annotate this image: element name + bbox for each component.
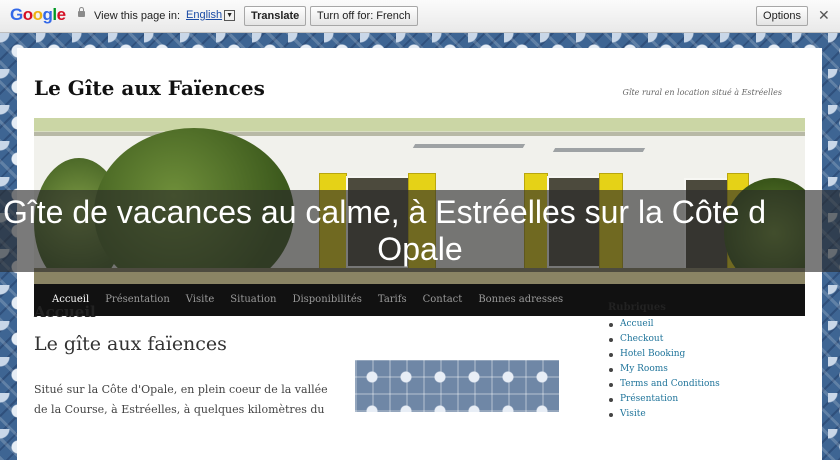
sidebar-heading: Rubriques [608,302,666,313]
language-value: English [186,9,223,21]
caption-overlay: Gîte de vacances au calme, à Estréelles … [0,190,840,272]
sidebar-item-presentation[interactable]: Présentation [608,392,720,407]
google-logo: Google [10,5,66,24]
options-button[interactable]: Options [756,6,808,26]
sidebar-item-visite[interactable]: Visite [608,407,720,422]
sidebar-item-checkout[interactable]: Checkout [608,332,720,347]
caption-line-2: Opale [377,231,463,267]
chevron-down-icon: ▼ [224,9,236,21]
nav-item-contact[interactable]: Contact [423,284,463,316]
site-tagline: Gîte rural en location situé à Estréelle… [622,88,782,97]
sidebar-item-my-rooms[interactable]: My Rooms [608,362,720,377]
nav-item-disponibilites[interactable]: Disponibilités [292,284,361,316]
nav-item-presentation[interactable]: Présentation [105,284,170,316]
nav-item-visite[interactable]: Visite [186,284,215,316]
nav-item-tarifs[interactable]: Tarifs [378,284,407,316]
nav-item-situation[interactable]: Situation [230,284,276,316]
article-title: Le gîte aux faïences [34,333,227,355]
sidebar-item-terms[interactable]: Terms and Conditions [608,377,720,392]
main-nav: Accueil Présentation Visite Situation Di… [34,284,805,316]
site-title[interactable]: Le Gîte aux Faïences [34,76,265,100]
translate-button[interactable]: Translate [244,6,307,26]
nav-item-bonnes-adresses[interactable]: Bonnes adresses [478,284,563,316]
close-icon[interactable]: ✕ [818,7,830,24]
caption-line-1: Gîte de vacances au calme, à Estréelles … [3,194,767,230]
sidebar-item-hotel-booking[interactable]: Hotel Booking [608,347,720,362]
language-select[interactable]: English ▼ [186,9,236,21]
turn-off-button[interactable]: Turn off for: French [310,6,418,26]
tiles-photo [355,360,559,412]
page-heading: Accueil [34,303,96,321]
sidebar-item-accueil[interactable]: Accueil [608,317,720,332]
view-page-label: View this page in: [94,10,181,22]
translate-bar: Google View this page in: English ▼ Trans… [0,0,840,33]
sidebar-list: Accueil Checkout Hotel Booking My Rooms … [608,317,720,422]
lock-icon [78,7,85,17]
article-paragraph: Situé sur la Côte d'Opale, en plein coeu… [34,383,328,416]
